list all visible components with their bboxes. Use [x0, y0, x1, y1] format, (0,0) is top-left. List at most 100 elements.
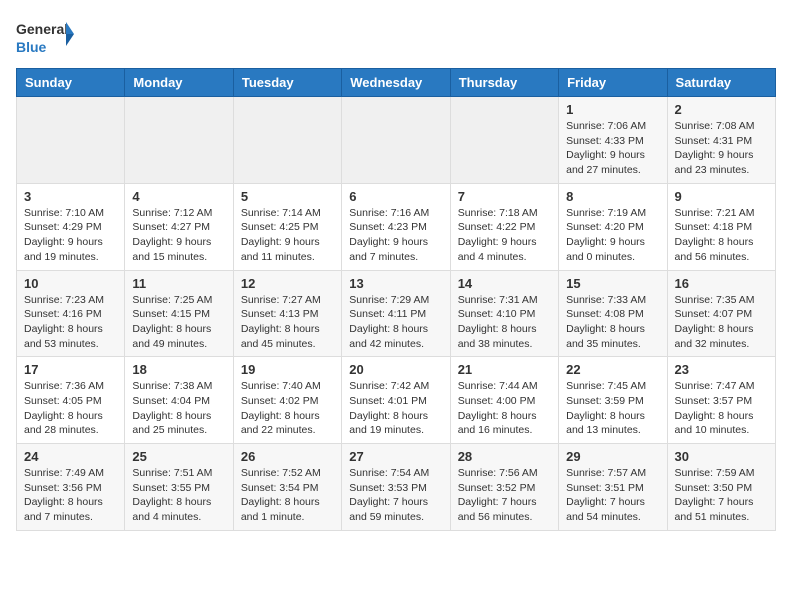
- day-info: Sunrise: 7:52 AM Sunset: 3:54 PM Dayligh…: [241, 466, 334, 525]
- day-info: Sunrise: 7:57 AM Sunset: 3:51 PM Dayligh…: [566, 466, 659, 525]
- calendar-week-row: 1 Sunrise: 7:06 AM Sunset: 4:33 PM Daylig…: [17, 97, 776, 184]
- calendar-cell: [342, 97, 450, 184]
- calendar-cell: [125, 97, 233, 184]
- calendar-cell: 28Sunrise: 7:56 AM Sunset: 3:52 PM Dayli…: [450, 444, 558, 531]
- calendar-cell: [233, 97, 341, 184]
- calendar-cell: 21 Sunrise: 7:44 AM Sunset: 4:00 PM Dayli…: [450, 357, 558, 444]
- weekday-header: Wednesday: [342, 69, 450, 97]
- day-number: 9: [675, 189, 768, 204]
- day-number: 30: [675, 449, 768, 464]
- day-info: Sunrise: 7:29 AM Sunset: 4:11 PM Dayligh…: [349, 293, 442, 352]
- calendar-cell: 8 Sunrise: 7:19 AM Sunset: 4:20 PM Daylig…: [559, 183, 667, 270]
- calendar-cell: 24 Sunrise: 7:49 AM Sunset: 3:56 PM Dayli…: [17, 444, 125, 531]
- day-number: 15: [566, 276, 659, 291]
- day-number: 3: [24, 189, 117, 204]
- calendar-cell: 29 Sunrise: 7:57 AM Sunset: 3:51 PM Dayli…: [559, 444, 667, 531]
- calendar-cell: 27Sunrise: 7:54 AM Sunset: 3:53 PM Dayli…: [342, 444, 450, 531]
- day-number: 4: [132, 189, 225, 204]
- calendar-week-row: 3 Sunrise: 7:10 AM Sunset: 4:29 PM Daylig…: [17, 183, 776, 270]
- calendar-cell: [450, 97, 558, 184]
- calendar-week-row: 17Sunrise: 7:36 AM Sunset: 4:05 PM Dayli…: [17, 357, 776, 444]
- calendar-cell: 25 Sunrise: 7:51 AM Sunset: 3:55 PM Dayli…: [125, 444, 233, 531]
- day-number: 26: [241, 449, 334, 464]
- day-info: Sunrise: 7:59 AM Sunset: 3:50 PM Dayligh…: [675, 466, 768, 525]
- calendar-cell: 11 Sunrise: 7:25 AM Sunset: 4:15 PM Dayli…: [125, 270, 233, 357]
- day-info: Sunrise: 7:12 AM Sunset: 4:27 PM Dayligh…: [132, 206, 225, 265]
- day-info: Sunrise: 7:35 AM Sunset: 4:07 PM Dayligh…: [675, 293, 768, 352]
- day-number: 1: [566, 102, 659, 117]
- day-info: Sunrise: 7:06 AM Sunset: 4:33 PM Dayligh…: [566, 119, 659, 178]
- day-info: Sunrise: 7:44 AM Sunset: 4:00 PM Dayligh…: [458, 379, 551, 438]
- day-number: 2: [675, 102, 768, 117]
- weekday-header: Sunday: [17, 69, 125, 97]
- calendar-week-row: 10 Sunrise: 7:23 AM Sunset: 4:16 PM Dayli…: [17, 270, 776, 357]
- day-number: 8: [566, 189, 659, 204]
- day-number: 29: [566, 449, 659, 464]
- day-number: 10: [24, 276, 117, 291]
- calendar-cell: 18 Sunrise: 7:38 AM Sunset: 4:04 PM Dayli…: [125, 357, 233, 444]
- day-number: 20: [349, 362, 442, 377]
- weekday-header: Friday: [559, 69, 667, 97]
- day-info: Sunrise: 7:14 AM Sunset: 4:25 PM Dayligh…: [241, 206, 334, 265]
- svg-text:General: General: [16, 21, 68, 37]
- day-number: 27: [349, 449, 442, 464]
- calendar-cell: 1 Sunrise: 7:06 AM Sunset: 4:33 PM Daylig…: [559, 97, 667, 184]
- day-info: Sunrise: 7:27 AM Sunset: 4:13 PM Dayligh…: [241, 293, 334, 352]
- day-number: 19: [241, 362, 334, 377]
- svg-text:Blue: Blue: [16, 39, 47, 55]
- day-info: Sunrise: 7:18 AM Sunset: 4:22 PM Dayligh…: [458, 206, 551, 265]
- calendar-cell: 7 Sunrise: 7:18 AM Sunset: 4:22 PM Daylig…: [450, 183, 558, 270]
- day-info: Sunrise: 7:21 AM Sunset: 4:18 PM Dayligh…: [675, 206, 768, 265]
- calendar-cell: 26 Sunrise: 7:52 AM Sunset: 3:54 PM Dayli…: [233, 444, 341, 531]
- day-number: 7: [458, 189, 551, 204]
- day-number: 12: [241, 276, 334, 291]
- calendar-cell: 14 Sunrise: 7:31 AM Sunset: 4:10 PM Dayli…: [450, 270, 558, 357]
- calendar-cell: 17Sunrise: 7:36 AM Sunset: 4:05 PM Dayli…: [17, 357, 125, 444]
- calendar-cell: 15Sunrise: 7:33 AM Sunset: 4:08 PM Dayli…: [559, 270, 667, 357]
- calendar-cell: 20 Sunrise: 7:42 AM Sunset: 4:01 PM Dayli…: [342, 357, 450, 444]
- calendar-cell: 12 Sunrise: 7:27 AM Sunset: 4:13 PM Dayli…: [233, 270, 341, 357]
- day-info: Sunrise: 7:49 AM Sunset: 3:56 PM Dayligh…: [24, 466, 117, 525]
- day-number: 24: [24, 449, 117, 464]
- day-number: 6: [349, 189, 442, 204]
- calendar-cell: 4 Sunrise: 7:12 AM Sunset: 4:27 PM Daylig…: [125, 183, 233, 270]
- calendar-week-row: 24 Sunrise: 7:49 AM Sunset: 3:56 PM Dayli…: [17, 444, 776, 531]
- weekday-header-row: SundayMondayTuesdayWednesdayThursdayFrid…: [17, 69, 776, 97]
- calendar-cell: 30 Sunrise: 7:59 AM Sunset: 3:50 PM Dayli…: [667, 444, 775, 531]
- calendar-table: SundayMondayTuesdayWednesdayThursdayFrid…: [16, 68, 776, 531]
- day-info: Sunrise: 7:10 AM Sunset: 4:29 PM Dayligh…: [24, 206, 117, 265]
- day-number: 25: [132, 449, 225, 464]
- day-info: Sunrise: 7:08 AM Sunset: 4:31 PM Dayligh…: [675, 119, 768, 178]
- calendar-cell: 2 Sunrise: 7:08 AM Sunset: 4:31 PM Daylig…: [667, 97, 775, 184]
- calendar-cell: 9 Sunrise: 7:21 AM Sunset: 4:18 PM Daylig…: [667, 183, 775, 270]
- day-info: Sunrise: 7:31 AM Sunset: 4:10 PM Dayligh…: [458, 293, 551, 352]
- weekday-header: Tuesday: [233, 69, 341, 97]
- day-number: 11: [132, 276, 225, 291]
- day-number: 18: [132, 362, 225, 377]
- calendar-cell: 5Sunrise: 7:14 AM Sunset: 4:25 PM Daylig…: [233, 183, 341, 270]
- day-number: 14: [458, 276, 551, 291]
- calendar-cell: 10 Sunrise: 7:23 AM Sunset: 4:16 PM Dayli…: [17, 270, 125, 357]
- day-info: Sunrise: 7:19 AM Sunset: 4:20 PM Dayligh…: [566, 206, 659, 265]
- weekday-header: Saturday: [667, 69, 775, 97]
- weekday-header: Thursday: [450, 69, 558, 97]
- day-info: Sunrise: 7:38 AM Sunset: 4:04 PM Dayligh…: [132, 379, 225, 438]
- day-number: 21: [458, 362, 551, 377]
- calendar-cell: [17, 97, 125, 184]
- day-info: Sunrise: 7:51 AM Sunset: 3:55 PM Dayligh…: [132, 466, 225, 525]
- calendar-cell: 23Sunrise: 7:47 AM Sunset: 3:57 PM Dayli…: [667, 357, 775, 444]
- day-info: Sunrise: 7:42 AM Sunset: 4:01 PM Dayligh…: [349, 379, 442, 438]
- calendar-cell: 3 Sunrise: 7:10 AM Sunset: 4:29 PM Daylig…: [17, 183, 125, 270]
- day-info: Sunrise: 7:23 AM Sunset: 4:16 PM Dayligh…: [24, 293, 117, 352]
- day-number: 17: [24, 362, 117, 377]
- logo: General Blue: [16, 16, 76, 58]
- day-number: 23: [675, 362, 768, 377]
- day-number: 22: [566, 362, 659, 377]
- calendar-cell: 6Sunrise: 7:16 AM Sunset: 4:23 PM Daylig…: [342, 183, 450, 270]
- day-number: 28: [458, 449, 551, 464]
- calendar-cell: 16Sunrise: 7:35 AM Sunset: 4:07 PM Dayli…: [667, 270, 775, 357]
- day-info: Sunrise: 7:25 AM Sunset: 4:15 PM Dayligh…: [132, 293, 225, 352]
- page-header: General Blue: [16, 16, 776, 58]
- calendar-cell: 19Sunrise: 7:40 AM Sunset: 4:02 PM Dayli…: [233, 357, 341, 444]
- logo-svg: General Blue: [16, 16, 76, 58]
